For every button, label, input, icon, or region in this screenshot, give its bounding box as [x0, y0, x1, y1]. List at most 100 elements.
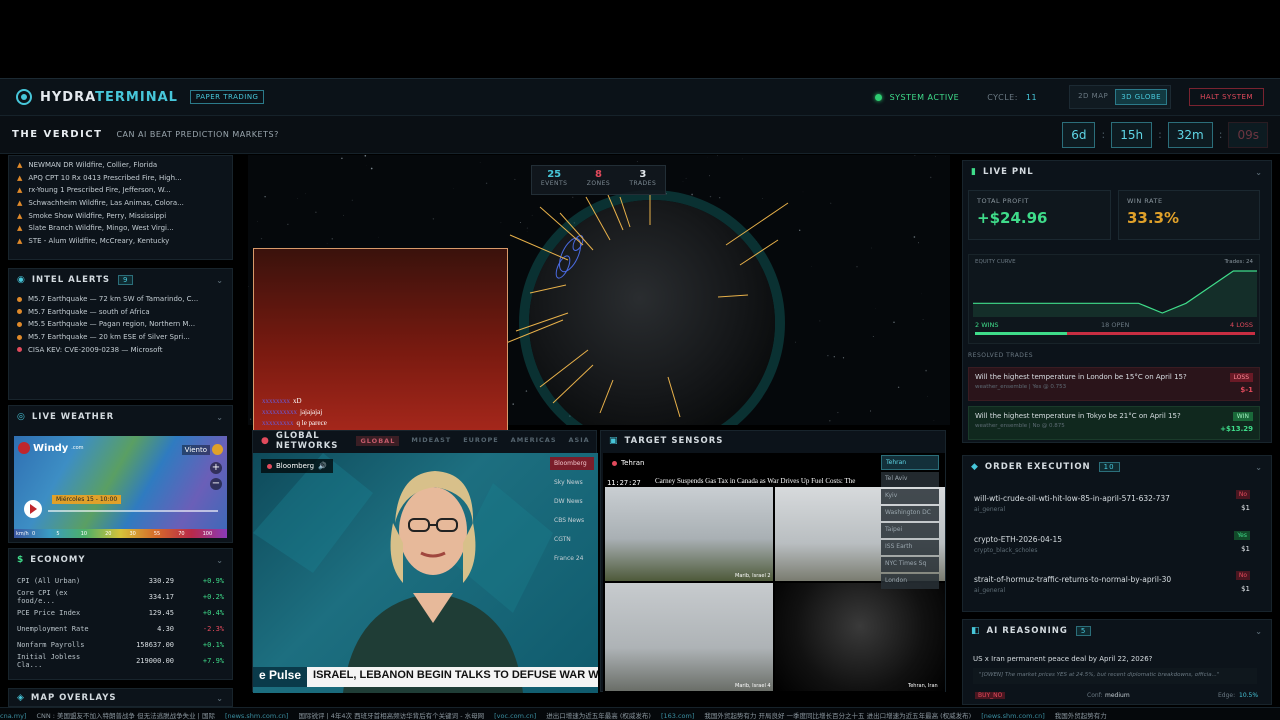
city-item[interactable]: ISS Earth [881, 540, 939, 555]
layer-selector[interactable]: Viento [181, 444, 223, 455]
map-overlays-header[interactable]: ◈ MAP OVERLAYS ⌄ [9, 689, 232, 707]
news-headline[interactable]: 进出口增速为近五年最高 (权威发布) [546, 712, 651, 720]
news-source[interactable]: [news.shm.com.cn] [225, 712, 289, 720]
camera-feed-1[interactable] [605, 487, 773, 581]
wildfire-item[interactable]: ▲ Smoke Show Wildfire, Perry, Mississippi [17, 209, 224, 222]
ai-reasoning-header[interactable]: ◧ AI REASONING 5 ⌄ [963, 620, 1271, 642]
economy-row[interactable]: Core CPI (ex food/e... 334.17 +0.2% [9, 589, 232, 605]
stat-trades: 3 TRADES [621, 166, 665, 194]
chevron-down-icon[interactable]: ⌄ [216, 556, 224, 565]
edge-label: Edge: [1218, 692, 1236, 699]
economy-row[interactable]: CPI (All Urban) 330.29 +0.9% [9, 573, 232, 589]
channel-item[interactable]: France 24 [550, 552, 594, 565]
city-item[interactable]: NYC Times Sq [881, 557, 939, 572]
play-button[interactable] [24, 500, 42, 518]
star [935, 156, 936, 157]
camera-grid[interactable]: Tehran 11:27:27 Carney Suspends Gas Tax … [603, 453, 945, 693]
resolved-trade-win[interactable]: Will the highest temperature in Tokyo be… [968, 406, 1260, 440]
order-item[interactable]: strait-of-hormuz-traffic-returns-to-norm… [968, 571, 1260, 605]
timeline-slider[interactable] [48, 510, 218, 512]
order-item[interactable]: crypto-ETH-2026-04-15 crypto_black_schol… [968, 531, 1260, 565]
view-2d-map-button[interactable]: 2D MAP [1073, 89, 1113, 105]
speaker-icon[interactable]: 🔊 [318, 462, 327, 470]
wildfire-item[interactable]: ▲ APQ CPT 10 Rx 0413 Prescribed Fire, Hig… [17, 172, 224, 185]
indicator-name: PCE Price Index [17, 609, 81, 617]
news-headline[interactable]: 我国外贸起势有力 [1055, 712, 1107, 720]
chevron-down-icon[interactable]: ⌄ [1255, 168, 1263, 177]
city-item[interactable]: Taipei [881, 523, 939, 538]
news-source[interactable]: [news.shm.com.cn] [981, 712, 1045, 720]
cycle-value: 11 [1025, 92, 1038, 102]
ticker-brand: e Pulse [253, 667, 308, 687]
view-3d-globe-button[interactable]: 3D GLOBE [1115, 89, 1168, 105]
scale-tick: 70 [178, 530, 185, 537]
chevron-down-icon[interactable]: ⌄ [1255, 627, 1263, 636]
zoom-out-button[interactable]: − [210, 478, 222, 490]
chat-user: xxxxxxxxxx [262, 408, 297, 416]
chevron-down-icon[interactable]: ⌄ [1255, 463, 1263, 472]
countdown-sep: : [1218, 128, 1223, 141]
zoom-in-button[interactable]: + [210, 462, 222, 474]
channel-item[interactable]: CGTN [550, 533, 594, 546]
channel-item[interactable]: CBS News [550, 514, 594, 527]
city-item[interactable]: London [881, 574, 939, 589]
weather-map[interactable]: Windy .com Viento + − Miércoles 15 - 10:0… [14, 436, 227, 538]
wildfire-item[interactable]: ▲ rx-Young 1 Prescribed Fire, Jefferson, … [17, 184, 224, 197]
news-source[interactable]: [163.com] [661, 712, 694, 720]
channel-item[interactable]: Sky News [550, 476, 594, 489]
camera-feed-3[interactable] [605, 583, 773, 691]
order-item[interactable]: will-wti-crude-oil-wti-hit-low-85-in-apr… [968, 490, 1260, 524]
city-item[interactable]: Tehran [881, 455, 939, 470]
chevron-down-icon[interactable]: ⌄ [216, 694, 224, 703]
scale-tick: 10 [80, 530, 88, 537]
city-item[interactable]: Washington DC [881, 506, 939, 521]
channel-item[interactable]: DW News [550, 495, 594, 508]
star [914, 155, 916, 156]
network-tab[interactable]: GLOBAL [356, 436, 400, 446]
network-tab[interactable]: EUROPE [463, 436, 498, 446]
wildfire-item[interactable]: ▲ NEWMAN DR Wildfire, Collier, Florida [17, 159, 224, 172]
network-tab[interactable]: MIDEAST [411, 436, 451, 446]
news-source[interactable]: [voc.com.cn] [494, 712, 536, 720]
intel-alert-item[interactable]: CISA KEV: CVE-2009-0238 — Microsoft [17, 343, 224, 356]
intel-alert-item[interactable]: M5.7 Earthquake — 20 km ESE of Silver Sp… [17, 331, 224, 344]
city-item[interactable]: Tel Aviv [881, 472, 939, 487]
countdown-seconds: 09s [1228, 121, 1268, 148]
halt-system-button[interactable]: HALT SYSTEM [1189, 88, 1264, 106]
chevron-down-icon[interactable]: ⌄ [216, 413, 224, 422]
map-overlays-panel: ◈ MAP OVERLAYS ⌄ [8, 688, 233, 707]
news-headline[interactable]: 我国外贸起势有力 开局良好 一季度同比增长百分之十五 进出口增速为近五年最高 (… [704, 712, 971, 720]
news-video[interactable]: Bloomberg 🔊 Bloomberg Sky News DW News CBS N… [253, 453, 598, 693]
economy-row[interactable]: Initial Jobless Cla... 219000.00 +7.9% [9, 653, 232, 669]
intel-alert-item[interactable]: M5.5 Earthquake — Pagan region, Northern… [17, 318, 224, 331]
intel-alert-item[interactable]: M5.7 Earthquake — 72 km SW of Tamarindo,… [17, 293, 224, 306]
stream-overlay[interactable]: xxxxxxxx xD xxxxxxxxxx jajajajaj xxxxxxxxx… [253, 248, 508, 438]
camera-feed-4[interactable] [775, 583, 945, 691]
network-tab[interactable]: ASIA [569, 436, 590, 446]
live-pnl-header[interactable]: ▮ LIVE PNL ⌄ [963, 161, 1271, 183]
intel-alerts-header[interactable]: ◉ INTEL ALERTS 9 ⌄ [9, 269, 232, 291]
intel-alert-item[interactable]: M5.7 Earthquake — south of Africa [17, 306, 224, 319]
news-source[interactable]: cna.my] [0, 712, 26, 720]
economy-header[interactable]: $ ECONOMY ⌄ [9, 549, 232, 571]
equity-trades-label: Trades: 24 [1224, 259, 1253, 265]
chat-message: q le parece [296, 419, 327, 427]
wildfire-item[interactable]: ▲ STE - Alum Wildfire, McCreary, Kentucky [17, 235, 224, 248]
star [927, 395, 928, 397]
wildfire-item[interactable]: ▲ Slate Branch Wildfire, Mingo, West Virg… [17, 222, 224, 235]
chevron-down-icon[interactable]: ⌄ [216, 276, 224, 285]
channel-item[interactable]: Bloomberg [550, 457, 594, 470]
wildfire-item[interactable]: ▲ Schwachheim Wildfire, Las Animas, Color… [17, 197, 224, 210]
trade-question: Will the highest temperature in London b… [975, 373, 1187, 381]
star [432, 218, 435, 220]
live-weather-header[interactable]: ◎ LIVE WEATHER ⌄ [9, 406, 232, 428]
economy-row[interactable]: Unemployment Rate 4.30 -2.3% [9, 621, 232, 637]
network-tab[interactable]: AMERICAS [511, 436, 557, 446]
city-item[interactable]: Kyiv [881, 489, 939, 504]
order-execution-header[interactable]: ◆ ORDER EXECUTION 10 ⌄ [963, 456, 1271, 478]
economy-row[interactable]: Nonfarm Payrolls 158637.00 +0.1% [9, 637, 232, 653]
economy-row[interactable]: PCE Price Index 129.45 +0.4% [9, 605, 232, 621]
resolved-trade-loss[interactable]: Will the highest temperature in London b… [968, 367, 1260, 401]
news-headline[interactable]: CNN : 美国盟友不加入特朗普战争 但无法逃脱战争失业 | 国际 [36, 712, 214, 720]
news-headline[interactable]: 国际锐评 | 4年4次 西班牙首相高频访华背后有个关键词 - 水母网 [298, 712, 484, 720]
